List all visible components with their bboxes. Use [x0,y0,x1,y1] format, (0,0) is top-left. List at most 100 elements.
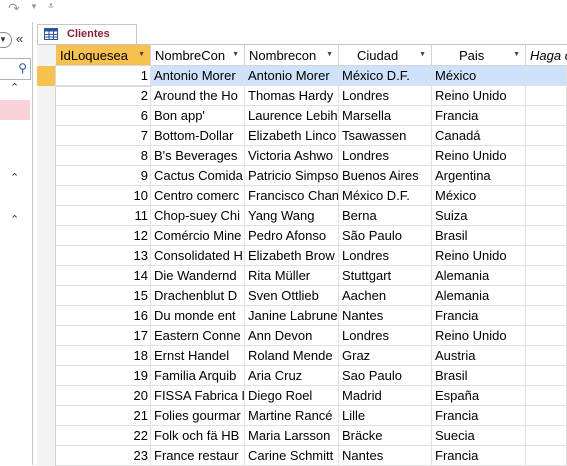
table-cell[interactable]: Folk och fä HB [151,426,245,446]
table-row[interactable]: 11 Chop-suey Chi Yang Wang Berna Suiza [37,206,567,226]
redo-dropdown-icon[interactable]: ▼ [30,2,38,11]
table-cell[interactable]: 20 [56,386,151,406]
table-row[interactable]: 9 Cactus Comida Patricio Simpso Buenos Aire… [37,166,567,186]
table-cell[interactable]: Marsella [339,106,432,126]
table-cell[interactable]: Antonio Morer [245,66,339,86]
search-icon[interactable]: ⚲ [18,61,27,75]
table-cell[interactable] [526,306,567,326]
table-cell[interactable]: Elizabeth Brow [245,246,339,266]
table-cell[interactable]: 13 [56,246,151,266]
table-cell[interactable] [526,426,567,446]
table-cell[interactable]: Ernst Handel [151,346,245,366]
table-cell[interactable]: 19 [56,366,151,386]
table-cell[interactable]: México D.F. [339,66,432,86]
table-cell[interactable] [526,386,567,406]
table-cell[interactable]: Austria [432,346,526,366]
redo-icon[interactable]: ↷ [8,0,20,17]
record-selector[interactable] [37,406,56,426]
table-cell[interactable]: B's Beverages [151,146,245,166]
table-cell[interactable]: 23 [56,446,151,466]
table-cell[interactable]: 12 [56,226,151,246]
table-cell[interactable]: Pedro Afonso [245,226,339,246]
record-selector[interactable] [37,306,56,326]
table-cell[interactable]: 16 [56,306,151,326]
nav-group-collapse-1[interactable]: ⌃ [0,80,32,98]
table-cell[interactable]: Argentina [432,166,526,186]
table-row[interactable]: 7 Bottom-Dollar Elizabeth Linco Tsawassen Ca… [37,126,567,146]
table-cell[interactable]: São Paulo [339,226,432,246]
table-row[interactable]: 12 Comércio Mine Pedro Afonso São Paulo Bras… [37,226,567,246]
table-cell[interactable]: Diego Roel [245,386,339,406]
nav-search-box[interactable]: ⚲ [0,58,31,80]
nav-group-collapse-2[interactable]: ⌃ [0,170,32,188]
table-cell[interactable]: Lille [339,406,432,426]
table-cell[interactable]: 14 [56,266,151,286]
table-cell[interactable]: Stuttgart [339,266,432,286]
table-cell[interactable] [526,246,567,266]
sort-filter-dropdown-icon[interactable]: ▼ [326,51,333,58]
table-cell[interactable]: 1 [55,65,152,87]
table-row[interactable]: 2 Around the Ho Thomas Hardy Londres Reino U… [37,86,567,106]
table-cell[interactable]: 7 [56,126,151,146]
table-cell[interactable]: 10 [56,186,151,206]
table-cell[interactable] [526,446,567,466]
column-header-nombrecon-1[interactable]: NombreCon ▼ [151,45,245,66]
table-cell[interactable]: 8 [56,146,151,166]
table-cell[interactable]: France restaur [151,446,245,466]
nav-selected-item[interactable] [0,100,30,120]
table-cell[interactable]: Suiza [432,206,526,226]
table-cell[interactable]: Reino Unido [432,326,526,346]
column-header-ciudad[interactable]: Ciudad ▼ [339,45,432,66]
table-cell[interactable]: Alemania [432,286,526,306]
table-cell[interactable] [526,166,567,186]
table-cell[interactable]: Reino Unido [432,146,526,166]
table-cell[interactable]: Reino Unido [432,86,526,106]
shutter-bar-close-icon[interactable]: « [16,31,23,46]
tab-clientes[interactable]: Clientes [37,24,137,45]
table-cell[interactable] [526,266,567,286]
table-cell[interactable]: Around the Ho [151,86,245,106]
table-row[interactable]: 13 Consolidated H Elizabeth Brow Londres Rei… [37,246,567,266]
table-cell[interactable]: Bräcke [339,426,432,446]
table-row[interactable]: 20 FISSA Fabrica I Diego Roel Madrid España [37,386,567,406]
table-cell[interactable]: Berna [339,206,432,226]
table-cell[interactable]: Francisco Chan [245,186,339,206]
table-cell[interactable]: 22 [56,426,151,446]
table-cell[interactable] [526,346,567,366]
table-cell[interactable]: Thomas Hardy [245,86,339,106]
table-cell[interactable] [526,286,567,306]
table-cell[interactable]: Patricio Simpso [245,166,339,186]
table-cell[interactable]: Buenos Aires [339,166,432,186]
record-selector[interactable] [37,166,56,186]
table-row[interactable]: 15 Drachenblut D Sven Ottlieb Aachen Alemani… [37,286,567,306]
select-all-corner[interactable] [37,45,57,67]
record-selector[interactable] [37,366,56,386]
record-selector[interactable] [37,346,56,366]
table-cell[interactable]: 18 [56,346,151,366]
table-cell[interactable]: España [432,386,526,406]
table-cell[interactable]: Londres [339,86,432,106]
table-cell[interactable]: Carine Schmitt [245,446,339,466]
table-cell[interactable]: Aachen [339,286,432,306]
table-row[interactable]: 22 Folk och fä HB Maria Larsson Bräcke Sueci… [37,426,567,446]
table-row[interactable]: 19 Familia Arquib Aria Cruz Sao Paulo Brasil [37,366,567,386]
table-cell[interactable]: Madrid [339,386,432,406]
record-selector[interactable] [37,226,56,246]
table-cell[interactable] [526,406,567,426]
table-cell[interactable]: Comércio Mine [151,226,245,246]
table-cell[interactable]: 6 [56,106,151,126]
column-header-idloquesea[interactable]: IdLoquesea ▼ [56,45,151,66]
table-cell[interactable]: Tsawassen [339,126,432,146]
table-cell[interactable] [526,366,567,386]
table-cell[interactable] [526,206,567,226]
table-row[interactable]: 8 B's Beverages Victoria Ashwo Londres Reino… [37,146,567,166]
table-cell[interactable]: 9 [56,166,151,186]
record-selector[interactable] [37,106,56,126]
table-row[interactable]: 1 Antonio Morer Antonio Morer México D.F. Mé… [37,65,567,87]
table-cell[interactable]: Brasil [432,226,526,246]
table-cell[interactable]: Chop-suey Chi [151,206,245,226]
table-cell[interactable]: México [432,186,526,206]
table-cell[interactable]: Alemania [432,266,526,286]
table-cell[interactable]: Consolidated H [151,246,245,266]
table-cell[interactable] [526,86,567,106]
